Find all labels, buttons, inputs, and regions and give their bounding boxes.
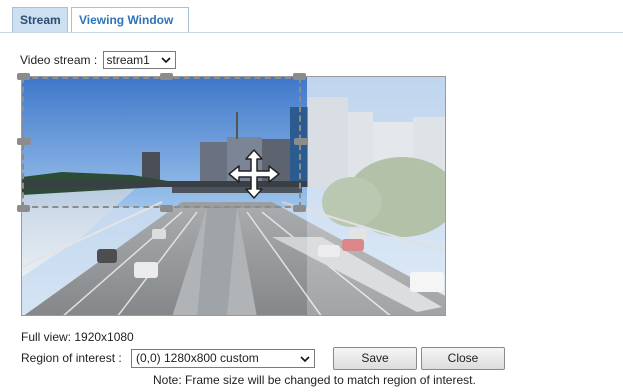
roi-handle-middle-right[interactable] xyxy=(294,138,308,145)
roi-label: Region of interest : xyxy=(21,351,122,365)
save-button[interactable]: Save xyxy=(333,347,417,370)
tab-viewing-window[interactable]: Viewing Window xyxy=(71,7,189,33)
tab-divider xyxy=(0,32,623,33)
chevron-down-icon xyxy=(160,57,171,63)
roi-handle-bottom-right[interactable] xyxy=(293,205,306,212)
chevron-down-icon xyxy=(300,356,310,363)
roi-handle-top-left[interactable] xyxy=(17,73,30,80)
note-text: Note: Frame size will be changed to matc… xyxy=(153,373,476,387)
tab-stream[interactable]: Stream xyxy=(12,7,68,32)
roi-handle-bottom-left[interactable] xyxy=(17,205,30,212)
close-button[interactable]: Close xyxy=(421,347,505,370)
video-stream-select[interactable]: stream1 xyxy=(102,50,176,69)
tab-bar: Stream Viewing Window xyxy=(0,0,623,33)
roi-handle-bottom-middle[interactable] xyxy=(160,205,173,212)
roi-handle-top-middle[interactable] xyxy=(160,73,173,80)
roi-select[interactable]: (0,0) 1280x800 custom xyxy=(131,349,315,368)
roi-handle-top-right[interactable] xyxy=(293,73,306,80)
video-stream-value: stream1 xyxy=(106,52,150,67)
roi-select-value: (0,0) 1280x800 custom xyxy=(136,351,259,365)
video-stream-label: Video stream : xyxy=(20,52,98,67)
full-view-text: Full view: 1920x1080 xyxy=(21,330,134,344)
move-arrows-icon[interactable] xyxy=(227,149,281,199)
roi-handle-middle-left[interactable] xyxy=(17,138,31,145)
video-stream-row: Video stream : stream1 xyxy=(20,49,176,69)
